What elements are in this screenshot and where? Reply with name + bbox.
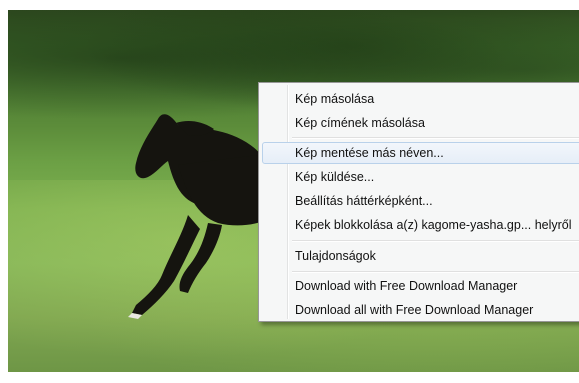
menu-item-download-all-fdm[interactable]: Download all with Free Download Manager (262, 299, 579, 321)
menu-item-send-image[interactable]: Kép küldése... (262, 166, 579, 188)
menu-item-set-as-background[interactable]: Beállítás háttérképként... (262, 190, 579, 212)
menu-item-download-fdm[interactable]: Download with Free Download Manager (262, 275, 579, 297)
menu-item-block-images[interactable]: Képek blokkolása a(z) kagome-yasha.gp...… (262, 214, 579, 236)
menu-item-save-image-as[interactable]: Kép mentése más néven... (262, 142, 579, 164)
context-menu: Kép másolása Kép címének másolása Kép me… (258, 82, 579, 322)
menu-separator (292, 271, 579, 273)
menu-separator (292, 137, 579, 139)
menu-item-properties[interactable]: Tulajdonságok (262, 245, 579, 267)
menu-item-copy-image-address[interactable]: Kép címének másolása (262, 112, 579, 134)
menu-item-copy-image[interactable]: Kép másolása (262, 88, 579, 110)
menu-separator (292, 240, 579, 242)
